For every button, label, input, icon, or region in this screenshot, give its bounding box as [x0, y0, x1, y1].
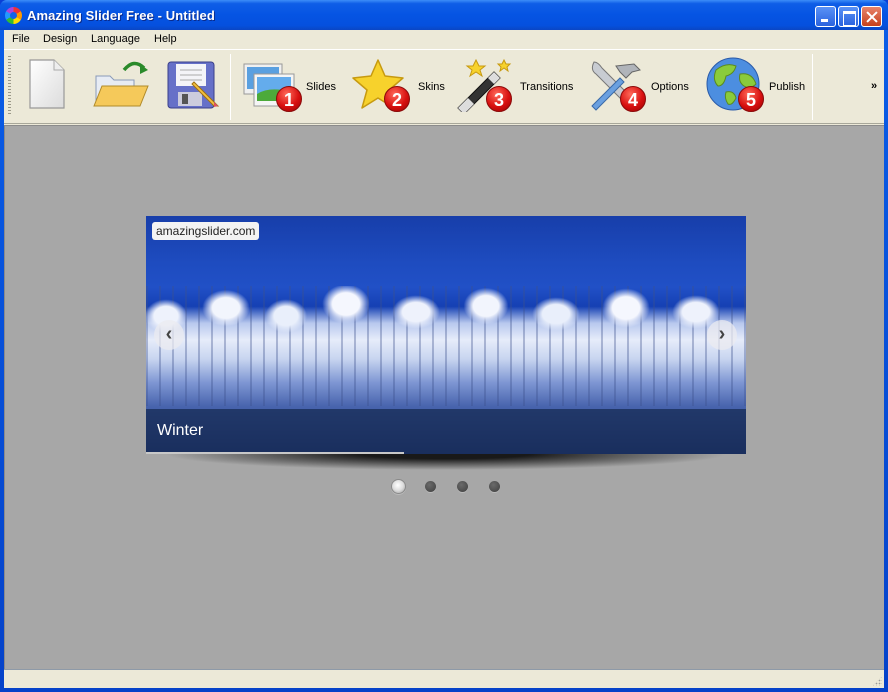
step-badge-2: 2 [384, 86, 410, 112]
toolbar-overflow-button[interactable]: » [871, 80, 877, 92]
window-title: Amazing Slider Free - Untitled [27, 8, 215, 23]
slides-label: Slides [306, 81, 336, 93]
slide-bullet-3[interactable] [457, 481, 468, 492]
publish-label: Publish [769, 81, 806, 93]
step-badge-1: 1 [276, 86, 302, 112]
slider-shadow [166, 454, 726, 470]
toolbar-grip[interactable] [8, 56, 11, 116]
menu-design[interactable]: Design [43, 33, 77, 45]
slider-preview[interactable]: amazingslider.com ‹ › Winter [146, 216, 746, 454]
minimize-button[interactable] [815, 6, 836, 27]
resize-grip[interactable] [872, 676, 882, 686]
menu-language[interactable]: Language [91, 33, 140, 45]
maximize-button[interactable] [838, 6, 859, 27]
step-badge-5: 5 [738, 86, 764, 112]
options-label: Options [651, 81, 689, 93]
toolbar-separator [230, 54, 231, 120]
transitions-label: Transitions [520, 81, 574, 93]
title-bar[interactable]: Amazing Slider Free - Untitled [0, 0, 888, 30]
slide-bullet-4[interactable] [489, 481, 500, 492]
options-button[interactable]: 4 Options [586, 56, 696, 118]
slide-image [146, 286, 746, 406]
transitions-button[interactable]: 3 Transitions [454, 56, 579, 118]
client-area: File Design Language Help 1 Slides 2 Ski… [4, 30, 884, 688]
slide-caption: Winter [146, 409, 746, 454]
menu-bar: File Design Language Help [4, 30, 884, 49]
status-bar [4, 669, 884, 688]
skins-button[interactable]: 2 Skins [348, 56, 448, 118]
toolbar: 1 Slides 2 Skins 3 Transitions 4 Options… [4, 49, 884, 124]
step-badge-4: 4 [620, 86, 646, 112]
close-button[interactable] [861, 6, 882, 27]
save-button[interactable] [164, 56, 222, 118]
slides-button[interactable]: 1 Slides [240, 56, 340, 118]
new-document-icon [29, 59, 65, 109]
toolbar-separator [812, 54, 813, 120]
slide-bullet-1[interactable] [391, 479, 406, 494]
open-folder-icon [93, 61, 149, 107]
menu-help[interactable]: Help [154, 33, 177, 45]
save-disk-icon [167, 61, 220, 109]
app-logo-icon [5, 7, 22, 24]
menu-file[interactable]: File [12, 33, 30, 45]
preview-canvas: amazingslider.com ‹ › Winter [4, 125, 884, 669]
slide-bullet-2[interactable] [425, 481, 436, 492]
step-badge-3: 3 [486, 86, 512, 112]
new-button[interactable] [24, 56, 74, 118]
watermark-label[interactable]: amazingslider.com [152, 222, 260, 240]
caption-text: Winter [157, 422, 204, 439]
app-window: Amazing Slider Free - Untitled File Desi… [0, 0, 888, 692]
prev-arrow-button[interactable]: ‹ [154, 320, 184, 350]
publish-button[interactable]: 5 Publish [704, 56, 809, 118]
next-arrow-button[interactable]: › [707, 320, 737, 350]
skins-label: Skins [418, 81, 445, 93]
open-button[interactable] [90, 56, 150, 118]
